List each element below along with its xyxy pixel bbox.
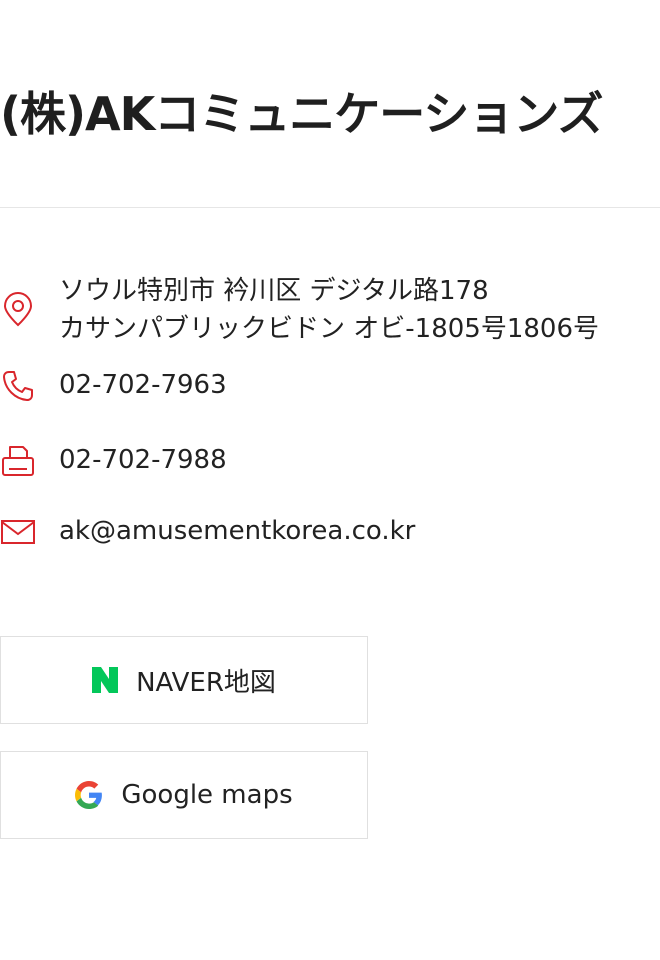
- naver-map-button[interactable]: NAVER地図: [0, 636, 368, 724]
- phone-icon: [3, 371, 33, 401]
- company-title: (株)AKコミュニケーションズ: [0, 87, 603, 141]
- google-maps-label: Google maps: [121, 780, 293, 810]
- section-divider: [0, 207, 660, 208]
- naver-logo-icon: [92, 667, 119, 693]
- naver-map-label: NAVER地図: [136, 667, 276, 698]
- mail-icon: [1, 520, 35, 544]
- address-line-2: カサンパブリックビドン オビ-1805号1806号: [59, 314, 599, 344]
- email-address[interactable]: ak@amusementkorea.co.kr: [59, 512, 415, 550]
- address-line-1: ソウル特別市 衿川区 デジタル路178: [59, 276, 489, 306]
- map-pin-icon: [3, 292, 33, 327]
- phone-number[interactable]: 02-702-7963: [59, 366, 227, 404]
- printer-icon: [2, 446, 34, 476]
- fax-number: 02-702-7988: [59, 445, 227, 475]
- google-maps-button[interactable]: Google maps: [0, 751, 368, 839]
- address-row: ソウル特別市 衿川区 デジタル路178 カサンパブリックビドン オビ-1805号…: [0, 272, 660, 348]
- fax-row: 02-702-7988: [0, 441, 660, 481]
- google-logo-icon: [75, 781, 103, 809]
- phone-row[interactable]: 02-702-7963: [0, 366, 660, 406]
- email-row[interactable]: ak@amusementkorea.co.kr: [0, 512, 660, 552]
